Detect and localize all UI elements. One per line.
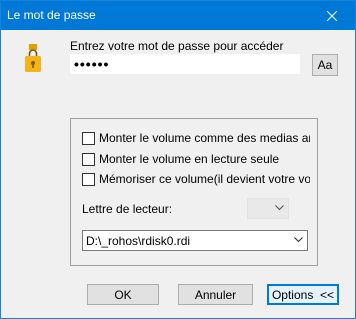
drive-letter-label: Lettre de lecteur:	[82, 202, 173, 216]
cancel-button[interactable]: Annuler	[178, 284, 253, 305]
password-field[interactable]: ••••••	[70, 54, 300, 74]
password-dialog: Le mot de passe Entrez votre mot de pass…	[0, 0, 356, 319]
remember-volume-checkbox[interactable]	[82, 172, 95, 186]
drive-letter-select[interactable]	[247, 198, 289, 219]
volume-path-value: D:\_rohos\rdisk0.rdi	[86, 234, 191, 248]
options-button[interactable]: Options <<	[267, 284, 339, 305]
remember-volume-label: Mémoriser ce volume(il devient votre vol…	[99, 172, 310, 186]
mount-removable-option[interactable]: Monter le volume comme des medias amovib	[82, 130, 310, 146]
volume-path-select[interactable]: D:\_rohos\rdisk0.rdi	[82, 230, 308, 251]
window-title: Le mot de passe	[7, 8, 96, 22]
chevron-down-icon	[275, 205, 284, 211]
remember-volume-option[interactable]: Mémoriser ce volume(il devient votre vol…	[82, 171, 310, 187]
mount-removable-label: Monter le volume comme des medias amovib	[99, 131, 310, 145]
password-prompt-label: Entrez votre mot de passe pour accéder	[70, 39, 284, 53]
close-button[interactable]	[309, 1, 355, 30]
mount-removable-checkbox[interactable]	[82, 131, 95, 145]
ok-button[interactable]: OK	[87, 284, 159, 305]
mount-readonly-option[interactable]: Monter le volume en lecture seule	[82, 151, 310, 167]
title-bar: Le mot de passe	[1, 1, 355, 30]
chevron-down-icon	[294, 237, 303, 243]
mount-readonly-checkbox[interactable]	[82, 152, 95, 166]
show-password-button[interactable]: Aa	[312, 54, 338, 76]
close-icon	[327, 10, 337, 21]
mount-readonly-label: Monter le volume en lecture seule	[99, 152, 280, 166]
usb-lock-icon	[25, 44, 41, 72]
